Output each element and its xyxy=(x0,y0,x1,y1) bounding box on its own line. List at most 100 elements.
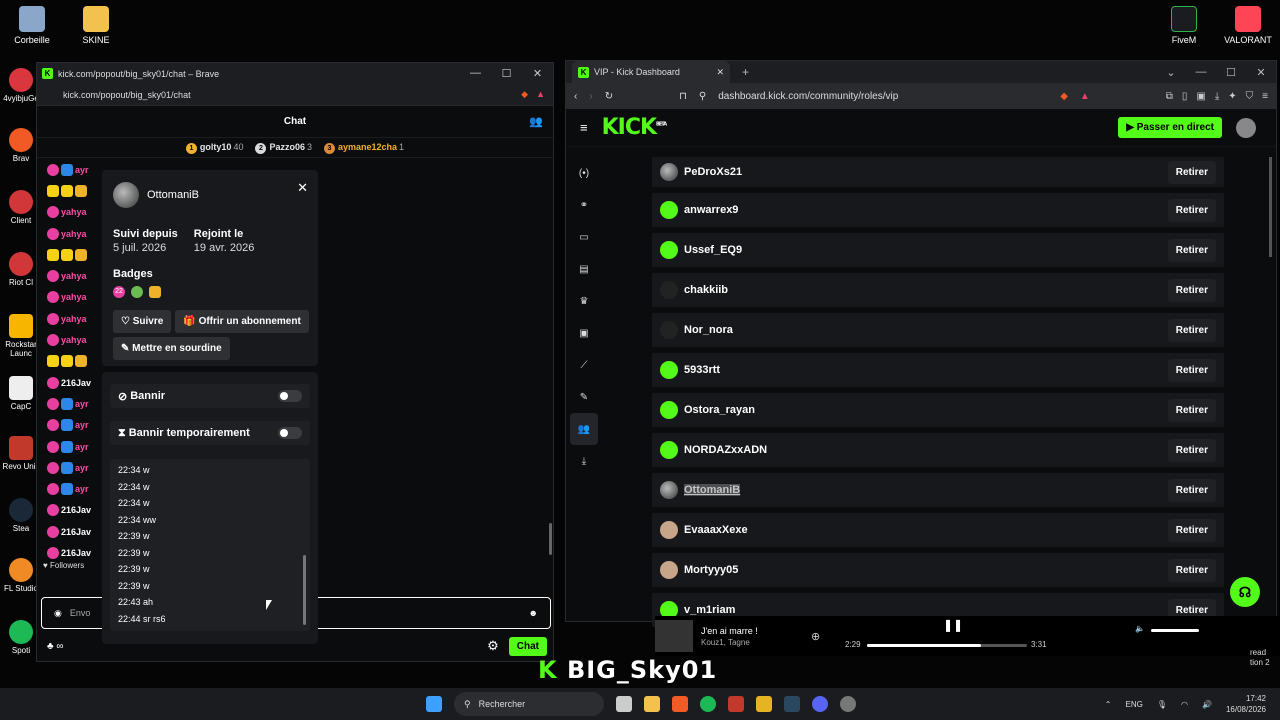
app-icon[interactable] xyxy=(840,696,856,712)
folder-icon[interactable] xyxy=(756,696,772,712)
stream-icon[interactable]: (•) xyxy=(566,157,602,189)
follow-button[interactable]: ♡ Suivre xyxy=(113,310,172,333)
gifter-item[interactable]: 2 Pazzo06 3 xyxy=(255,142,312,154)
chat-message[interactable]: yahya xyxy=(47,202,107,223)
vip-username[interactable]: 5933rtt xyxy=(684,364,720,376)
site-settings-icon[interactable]: ⚲ xyxy=(699,91,706,102)
page-scrollbar[interactable] xyxy=(1269,157,1272,257)
url-field[interactable]: dashboard.kick.com/community/roles/vip xyxy=(718,91,1048,102)
wallet-icon[interactable]: ▣ xyxy=(1196,91,1205,102)
chat-message[interactable]: ayr xyxy=(47,393,107,414)
download-icon[interactable]: ⤓ xyxy=(1215,91,1219,102)
brave-shield-icon[interactable]: ◆ xyxy=(521,89,528,100)
remove-vip-button[interactable]: Retirer xyxy=(1167,518,1216,542)
wrench-icon[interactable]: ✎ xyxy=(566,381,602,413)
chat-message[interactable]: ayr xyxy=(47,478,107,499)
brave-rewards-icon[interactable]: ▲ xyxy=(1080,91,1090,102)
close-icon[interactable]: ✕ xyxy=(522,67,553,80)
minimize-icon[interactable]: — xyxy=(1186,66,1216,79)
desktop-icon-skine-folder[interactable]: SKINE xyxy=(64,6,128,45)
language-indicator[interactable]: ENG xyxy=(1126,700,1143,709)
clock[interactable]: 17:42 16/08/2026 xyxy=(1226,693,1266,715)
timeout-toggle[interactable] xyxy=(278,427,302,439)
chat-username[interactable]: ayr xyxy=(75,442,89,452)
steam-icon[interactable] xyxy=(784,696,800,712)
desktop-icon-recycle-bin[interactable]: Corbeille xyxy=(0,6,64,45)
vpn-icon[interactable]: ⛉ xyxy=(1246,91,1254,102)
discord-icon[interactable] xyxy=(812,696,828,712)
layout-icon[interactable]: ▭ xyxy=(566,221,602,253)
desktop-icon-fivem[interactable]: FiveM xyxy=(1152,6,1216,45)
gifter-item[interactable]: 1 golty10 40 xyxy=(185,142,243,154)
chat-username[interactable]: yahya xyxy=(61,271,87,281)
desktop-icon-partial[interactable]: Client xyxy=(2,190,40,225)
close-tab-icon[interactable]: ✕ xyxy=(716,67,724,78)
chat-message[interactable]: 216Jav xyxy=(47,521,107,542)
app-icon[interactable] xyxy=(728,696,744,712)
chat-tools-icon[interactable]: ♣ ∞ xyxy=(47,641,63,652)
new-tab-icon[interactable]: + xyxy=(742,65,749,79)
volume-slider[interactable] xyxy=(1151,629,1199,632)
chat-username[interactable]: 216Jav xyxy=(61,527,91,537)
chat-username[interactable]: 216Jav xyxy=(61,505,91,515)
support-headset-icon[interactable]: ☊ xyxy=(1230,577,1260,607)
remove-vip-button[interactable]: Retirer xyxy=(1167,160,1216,184)
remove-vip-button[interactable]: Retirer xyxy=(1167,198,1216,222)
chat-message[interactable]: 216Jav xyxy=(47,372,107,393)
desktop-icon-partial[interactable]: FL Studio xyxy=(2,558,40,593)
remove-vip-button[interactable]: Retirer xyxy=(1167,278,1216,302)
vip-username[interactable]: anwarrex9 xyxy=(684,204,738,216)
mute-button[interactable]: ✎ Mettre en sourdine xyxy=(113,337,230,360)
community-icon[interactable]: 👥 xyxy=(570,413,598,445)
maximize-icon[interactable]: ☐ xyxy=(491,67,522,80)
tab-vip-dashboard[interactable]: K VIP - Kick Dashboard ✕ xyxy=(572,61,730,83)
desktop-icon-partial[interactable]: Riot Cl xyxy=(2,252,40,287)
go-live-button[interactable]: ▶ Passer en direct xyxy=(1118,117,1222,138)
windows-start-icon[interactable] xyxy=(426,696,442,712)
trophy-icon[interactable]: ♛ xyxy=(566,285,602,317)
microphone-icon[interactable]: 🎙 xyxy=(1157,700,1167,709)
link-icon[interactable]: ⚭ xyxy=(566,189,602,221)
remove-vip-button[interactable]: Retirer xyxy=(1167,438,1216,462)
analytics-icon[interactable]: ▤ xyxy=(566,253,602,285)
chat-username[interactable]: yahya xyxy=(61,335,87,345)
chat-message[interactable]: yahya xyxy=(47,329,107,350)
chat-message[interactable]: yahya xyxy=(47,308,107,329)
chat-scrollbar[interactable] xyxy=(549,523,552,555)
minimize-icon[interactable]: — xyxy=(460,67,491,80)
chat-message[interactable]: yahya xyxy=(47,287,107,308)
chat-username[interactable]: yahya xyxy=(61,229,87,239)
chat-username[interactable]: yahya xyxy=(61,207,87,217)
kick-logo[interactable]: KICKBETA xyxy=(602,115,668,140)
progress-bar[interactable] xyxy=(867,644,1027,647)
volume-icon[interactable]: 🔊 xyxy=(1202,700,1212,709)
avatar[interactable] xyxy=(1236,117,1256,138)
back-icon[interactable]: ‹ xyxy=(574,91,577,102)
emoji-icon[interactable]: ☻ xyxy=(529,608,538,618)
chat-username[interactable]: 216Jav xyxy=(61,548,91,558)
remove-vip-button[interactable]: Retirer xyxy=(1167,478,1216,502)
chevron-up-icon[interactable]: ⌃ xyxy=(1105,700,1112,709)
maximize-icon[interactable]: ☐ xyxy=(1216,66,1246,79)
remove-vip-button[interactable]: Retirer xyxy=(1167,318,1216,342)
chat-username[interactable]: ayr xyxy=(75,399,89,409)
play-pause-icon[interactable]: ❚❚ xyxy=(943,618,963,632)
desktop-icon-partial[interactable]: Rockstar Launc xyxy=(2,314,40,358)
forward-icon[interactable]: › xyxy=(589,91,592,102)
chat-message[interactable]: ayr xyxy=(47,457,107,478)
brave-rewards-icon[interactable]: ▲ xyxy=(536,89,545,100)
chat-username[interactable]: yahya xyxy=(61,314,87,324)
vip-username[interactable]: PeDroXs21 xyxy=(684,166,742,178)
chevron-down-icon[interactable]: ⌄ xyxy=(1156,66,1186,79)
desktop-icon-partial[interactable]: Brav xyxy=(2,128,40,163)
leo-icon[interactable]: ✦ xyxy=(1228,91,1236,102)
remove-vip-button[interactable]: Retirer xyxy=(1167,558,1216,582)
bookmark-icon[interactable]: ⊓ xyxy=(679,91,687,102)
file-explorer-icon[interactable] xyxy=(644,696,660,712)
wifi-icon[interactable]: ◠ xyxy=(1181,700,1188,709)
chat-message[interactable]: ayr xyxy=(47,436,107,457)
chat-username[interactable]: ayr xyxy=(75,463,89,473)
ban-toggle[interactable] xyxy=(278,390,302,402)
vip-username[interactable]: Mortyyy05 xyxy=(684,564,738,576)
desktop-icon-partial[interactable]: Spoti xyxy=(2,620,40,655)
